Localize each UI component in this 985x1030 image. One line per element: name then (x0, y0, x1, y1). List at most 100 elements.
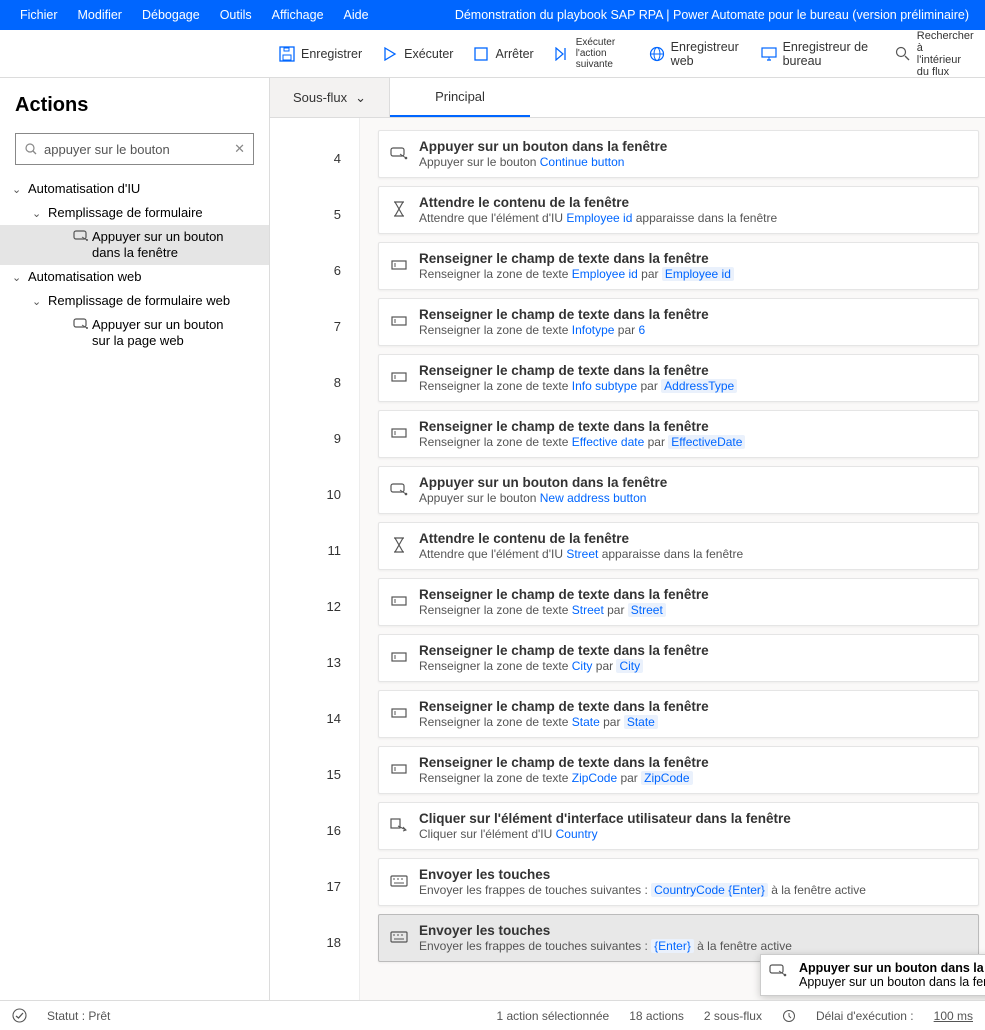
step-description: Attendre que l'élément d'IU Employee id … (419, 211, 966, 226)
save-label: Enregistrer (301, 47, 362, 61)
tree-press-button-webpage[interactable]: Appuyer sur un boutonsur la page web (0, 313, 269, 353)
flow-step[interactable]: Envoyer les touchesEnvoyer les frappes d… (378, 858, 979, 906)
status-selection: 1 action sélectionnée (496, 1009, 609, 1023)
click-icon (769, 963, 787, 977)
actions-search-input[interactable] (44, 142, 228, 157)
save-button[interactable]: Enregistrer (275, 44, 366, 64)
drag-desc: Appuyer sur un bouton dans la fenêtre (799, 975, 985, 989)
actions-panel: Actions ✕ ⌄Automatisation d'IU ⌄Rempliss… (0, 78, 270, 1000)
step-title: Renseigner le champ de texte dans la fen… (419, 362, 966, 379)
chevron-down-icon: ⌄ (12, 271, 28, 284)
step-title: Renseigner le champ de texte dans la fen… (419, 306, 966, 323)
menu-tools[interactable]: Outils (210, 8, 262, 22)
check-icon (12, 1008, 27, 1023)
desktop-recorder-button[interactable]: Enregistreur de bureau (757, 38, 883, 70)
globe-icon (649, 46, 665, 62)
web-rec-label: Enregistreur web (671, 40, 741, 68)
flow-step[interactable]: Cliquer sur l'élément d'interface utilis… (378, 802, 979, 850)
click-icon (70, 229, 92, 241)
text-icon (389, 311, 409, 331)
flow-step[interactable]: Renseigner le champ de texte dans la fen… (378, 298, 979, 346)
flow-step[interactable]: Attendre le contenu de la fenêtreAttendr… (378, 522, 979, 570)
flow-step[interactable]: Renseigner le champ de texte dans la fen… (378, 354, 979, 402)
monitor-icon (761, 46, 777, 62)
stop-label: Arrêter (495, 47, 533, 61)
step-number: 10 (270, 466, 359, 522)
search-l2: l'intérieur du flux (917, 54, 961, 78)
stop-icon (473, 46, 489, 62)
step-number: 17 (270, 858, 359, 914)
keys-icon (389, 927, 409, 947)
subflows-dropdown[interactable]: Sous-flux ⌄ (270, 78, 390, 117)
click-icon (70, 317, 92, 329)
step-number: 18 (270, 914, 359, 970)
click-icon (389, 143, 409, 163)
flow-step[interactable]: Renseigner le champ de texte dans la fen… (378, 634, 979, 682)
run-next-button[interactable]: Exécuter l'actionsuivante (550, 35, 633, 72)
flow-step[interactable]: Renseigner le champ de texte dans la fen… (378, 410, 979, 458)
step-title: Cliquer sur l'élément d'interface utilis… (419, 810, 966, 827)
designer-area: Sous-flux ⌄ Principal 456789101112131415… (270, 78, 985, 1000)
text-icon (389, 647, 409, 667)
window-title: Démonstration du playbook SAP RPA | Powe… (455, 8, 975, 22)
flow-step[interactable]: Attendre le contenu de la fenêtreAttendr… (378, 186, 979, 234)
chevron-down-icon: ⌄ (32, 295, 48, 308)
menu-edit[interactable]: Modifier (68, 8, 132, 22)
search-flow-button[interactable]: Rechercher àl'intérieur du flux (895, 30, 985, 78)
step-number: 15 (270, 746, 359, 802)
menu-help[interactable]: Aide (334, 8, 379, 22)
chevron-down-icon: ⌄ (355, 90, 366, 106)
text-icon (389, 255, 409, 275)
step-title: Renseigner le champ de texte dans la fen… (419, 698, 966, 715)
step-description: Renseigner la zone de texte City par Cit… (419, 659, 966, 674)
tree-web-automation[interactable]: ⌄Automatisation web (0, 265, 269, 289)
status-delay-value[interactable]: 100 ms (934, 1009, 973, 1023)
keys-icon (389, 871, 409, 891)
tree-form-filling[interactable]: ⌄Remplissage de formulaire (0, 201, 269, 225)
uiclick-icon (389, 815, 409, 835)
flow-step[interactable]: Renseigner le champ de texte dans la fen… (378, 242, 979, 290)
step-description: Appuyer sur le bouton Continue button (419, 155, 966, 170)
text-icon (389, 423, 409, 443)
run-label: Exécuter (404, 47, 453, 61)
web-recorder-button[interactable]: Enregistreur web (645, 38, 745, 70)
flow-step[interactable]: Renseigner le champ de texte dans la fen… (378, 690, 979, 738)
text-icon (389, 591, 409, 611)
tab-main[interactable]: Principal (390, 78, 530, 117)
tree-ui-automation[interactable]: ⌄Automatisation d'IU (0, 177, 269, 201)
stop-button[interactable]: Arrêter (469, 44, 537, 64)
step-description: Renseigner la zone de texte ZipCode par … (419, 771, 966, 786)
run-button[interactable]: Exécuter (378, 44, 457, 64)
flow-step[interactable]: Renseigner le champ de texte dans la fen… (378, 746, 979, 794)
tree-press-button-window[interactable]: Appuyer sur un boutondans la fenêtre (0, 225, 269, 265)
step-title: Renseigner le champ de texte dans la fen… (419, 586, 966, 603)
tree-web-form-filling[interactable]: ⌄Remplissage de formulaire web (0, 289, 269, 313)
clear-search-icon[interactable]: ✕ (234, 141, 245, 157)
step-number: 8 (270, 354, 359, 410)
drag-title: Appuyer sur un bouton dans la fenêtre (799, 961, 985, 975)
text-icon (389, 367, 409, 387)
step-title: Appuyer sur un bouton dans la fenêtre (419, 138, 966, 155)
flow-step[interactable]: Renseigner le champ de texte dans la fen… (378, 578, 979, 626)
step-number: 7 (270, 298, 359, 354)
run-next-l1: Exécuter l'action (576, 37, 629, 59)
status-bar: Statut : Prêt 1 action sélectionnée 18 a… (0, 1000, 985, 1030)
step-description: Renseigner la zone de texte Effective da… (419, 435, 966, 450)
search-icon (24, 142, 38, 156)
flow-step[interactable]: Appuyer sur un bouton dans la fenêtreApp… (378, 466, 979, 514)
step-description: Envoyer les frappes de touches suivantes… (419, 883, 966, 898)
clock-icon (782, 1009, 796, 1023)
step-description: Appuyer sur le bouton New address button (419, 491, 966, 506)
text-icon (389, 703, 409, 723)
save-icon (279, 46, 295, 62)
actions-search[interactable]: ✕ (15, 133, 254, 165)
step-number: 11 (270, 522, 359, 578)
status-delay-label: Délai d'exécution : (816, 1009, 914, 1023)
flow-step[interactable]: Appuyer sur un bouton dans la fenêtreApp… (378, 130, 979, 178)
menu-debug[interactable]: Débogage (132, 8, 210, 22)
menu-file[interactable]: Fichier (10, 8, 68, 22)
step-description: Renseigner la zone de texte State par St… (419, 715, 966, 730)
step-list: Appuyer sur un bouton dans la fenêtreApp… (360, 118, 985, 1000)
step-gutter: 456789101112131415161718 (270, 118, 360, 1000)
menu-view[interactable]: Affichage (262, 8, 334, 22)
